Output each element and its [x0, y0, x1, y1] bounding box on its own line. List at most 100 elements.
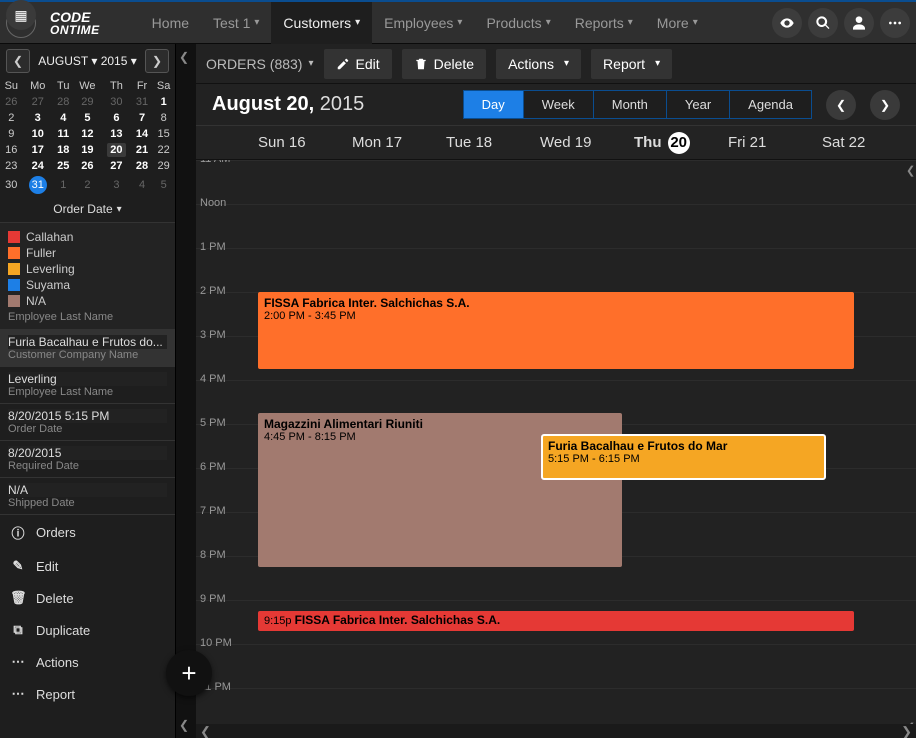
- detail-row[interactable]: 8/20/2015Required Date: [0, 440, 175, 477]
- cal-next-month[interactable]: [145, 49, 169, 73]
- side-action-actions[interactable]: ⋯Actions: [0, 646, 175, 678]
- duplicate-icon: ⧉: [10, 622, 26, 638]
- nav-next[interactable]: [870, 90, 900, 120]
- cal-day[interactable]: 4: [132, 174, 153, 196]
- breadcrumb[interactable]: ORDERS (883): [206, 56, 314, 72]
- cal-day[interactable]: 28: [132, 158, 153, 174]
- day-header[interactable]: Wed 19: [540, 134, 634, 151]
- day-header[interactable]: Fri 21: [728, 134, 822, 151]
- cal-day[interactable]: 2: [74, 174, 101, 196]
- cal-month-picker[interactable]: AUGUST ▾ 2015 ▾: [30, 54, 145, 68]
- cal-day[interactable]: 28: [53, 94, 74, 110]
- view-tab-week[interactable]: Week: [523, 91, 593, 118]
- event[interactable]: FISSA Fabrica Inter. Salchichas S.A.2:00…: [258, 292, 854, 369]
- nav-item-reports[interactable]: Reports▾: [563, 2, 645, 44]
- cal-day[interactable]: 26: [74, 158, 101, 174]
- cal-day[interactable]: 30: [0, 174, 23, 196]
- nav-item-more[interactable]: More▾: [645, 2, 710, 44]
- cal-day[interactable]: 27: [101, 158, 132, 174]
- view-tab-day[interactable]: Day: [464, 91, 523, 118]
- nav-item-employees[interactable]: Employees▾: [372, 2, 474, 44]
- cal-day[interactable]: 29: [74, 94, 101, 110]
- calendar-body[interactable]: 11 AMNoon1 PM2 PM3 PM4 PM5 PM6 PM7 PM8 P…: [196, 160, 916, 738]
- cal-day[interactable]: 24: [23, 158, 53, 174]
- view-tab-agenda[interactable]: Agenda: [729, 91, 811, 118]
- cal-day[interactable]: 3: [101, 174, 132, 196]
- nav-item-home[interactable]: Home: [140, 2, 201, 44]
- nav-item-customers[interactable]: Customers▾: [271, 2, 372, 44]
- legend-item: Callahan: [8, 229, 167, 245]
- cal-prev-month[interactable]: [6, 49, 30, 73]
- side-action-orders[interactable]: ⓘOrders: [0, 515, 175, 550]
- nav-item-test-1[interactable]: Test 1▾: [201, 2, 271, 44]
- user-icon[interactable]: [844, 8, 874, 38]
- cal-day[interactable]: 1: [53, 174, 74, 196]
- cal-day[interactable]: 30: [101, 94, 132, 110]
- cal-day[interactable]: 26: [0, 94, 23, 110]
- cal-day[interactable]: 29: [152, 158, 175, 174]
- day-header[interactable]: Sat 22: [822, 134, 916, 151]
- time-label: Noon: [200, 197, 226, 209]
- nav-prev[interactable]: [826, 90, 856, 120]
- side-action-report[interactable]: ⋯Report: [0, 678, 175, 710]
- cal-day[interactable]: 31: [23, 174, 53, 196]
- cal-day[interactable]: 27: [23, 94, 53, 110]
- cal-day[interactable]: 19: [74, 142, 101, 158]
- day-header[interactable]: Sun 16: [258, 134, 352, 151]
- order-date-selector[interactable]: Order Date: [0, 196, 175, 222]
- add-fab[interactable]: +: [166, 650, 212, 696]
- cal-day[interactable]: 10: [23, 126, 53, 142]
- detail-row[interactable]: N/AShipped Date: [0, 477, 175, 514]
- more-icon[interactable]: [880, 8, 910, 38]
- event[interactable]: 9:15p FISSA Fabrica Inter. Salchichas S.…: [258, 611, 854, 631]
- cal-day[interactable]: 7: [132, 110, 153, 126]
- eye-icon[interactable]: [772, 8, 802, 38]
- day-header[interactable]: Mon 17: [352, 134, 446, 151]
- time-label: 11 AM: [200, 160, 230, 165]
- search-icon[interactable]: [808, 8, 838, 38]
- cal-day[interactable]: 17: [23, 142, 53, 158]
- cal-day[interactable]: 5: [74, 110, 101, 126]
- cal-day[interactable]: 3: [23, 110, 53, 126]
- cal-day[interactable]: 20: [101, 142, 132, 158]
- view-tab-month[interactable]: Month: [593, 91, 666, 118]
- delete-button[interactable]: Delete: [402, 49, 486, 79]
- cal-day[interactable]: 8: [152, 110, 175, 126]
- detail-row[interactable]: 8/20/2015 5:15 PMOrder Date: [0, 403, 175, 440]
- cal-day[interactable]: 22: [152, 142, 175, 158]
- report-button[interactable]: Report▾: [591, 49, 672, 79]
- detail-row[interactable]: Furia Bacalhau e Frutos do...Customer Co…: [0, 329, 175, 366]
- v-scroll[interactable]: ❮❮: [906, 160, 916, 738]
- cal-day[interactable]: 15: [152, 126, 175, 142]
- cal-day[interactable]: 18: [53, 142, 74, 158]
- cal-day[interactable]: 12: [74, 126, 101, 142]
- cal-day[interactable]: 1: [152, 94, 175, 110]
- cal-day[interactable]: 14: [132, 126, 153, 142]
- cal-day[interactable]: 2: [0, 110, 23, 126]
- edit-button[interactable]: Edit: [324, 49, 392, 79]
- sidebar-gutter[interactable]: ❮❮: [176, 44, 196, 738]
- cal-day[interactable]: 16: [0, 142, 23, 158]
- cal-day[interactable]: 6: [101, 110, 132, 126]
- cal-day[interactable]: 23: [0, 158, 23, 174]
- cal-day[interactable]: 21: [132, 142, 153, 158]
- event[interactable]: Furia Bacalhau e Frutos do Mar5:15 PM - …: [542, 435, 825, 479]
- cal-day[interactable]: 5: [152, 174, 175, 196]
- cal-day[interactable]: 4: [53, 110, 74, 126]
- actions-button[interactable]: Actions▾: [496, 49, 581, 79]
- side-action-edit[interactable]: ✎Edit: [0, 550, 175, 582]
- detail-row[interactable]: LeverlingEmployee Last Name: [0, 366, 175, 403]
- view-tab-year[interactable]: Year: [666, 91, 729, 118]
- cal-day[interactable]: 11: [53, 126, 74, 142]
- cal-day[interactable]: 25: [53, 158, 74, 174]
- legend-chip: [8, 295, 20, 307]
- day-header[interactable]: Tue 18: [446, 134, 540, 151]
- cal-day[interactable]: 31: [132, 94, 153, 110]
- h-scroll[interactable]: ❮❯: [196, 724, 916, 738]
- cal-day[interactable]: 13: [101, 126, 132, 142]
- cal-day[interactable]: 9: [0, 126, 23, 142]
- day-header[interactable]: Thu 20: [634, 132, 728, 154]
- side-action-duplicate[interactable]: ⧉Duplicate: [0, 614, 175, 646]
- side-action-delete[interactable]: 🗑Delete: [0, 582, 175, 614]
- nav-item-products[interactable]: Products▾: [474, 2, 562, 44]
